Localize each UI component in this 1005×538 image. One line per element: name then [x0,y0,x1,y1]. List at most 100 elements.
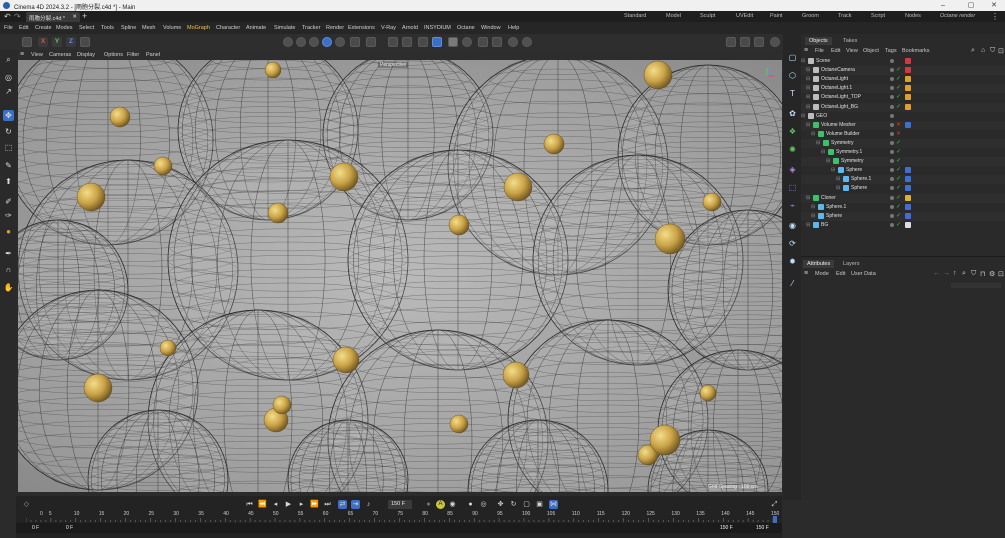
enabled-check-icon[interactable]: ✓ [896,158,901,164]
snap-icon[interactable] [770,37,780,47]
new-window-icon[interactable]: ⊡ [998,270,1004,278]
undo-icon[interactable]: ↶ [4,12,11,21]
hamburger-icon[interactable]: ≡ [20,51,24,58]
objects-menu-object[interactable]: Object [863,48,879,54]
key-interp-icon[interactable]: ⋈ [549,500,558,509]
new-tab-button[interactable]: + [82,11,87,21]
key-pla-icon[interactable]: ▢ [522,500,531,509]
keyframe-icon[interactable]: ◇ [22,500,31,509]
viewport-menu-options[interactable]: Options [104,52,123,58]
menu-help[interactable]: Help [508,25,519,31]
menu-modes[interactable]: Modes [56,25,73,31]
tag-icon[interactable] [905,185,911,192]
pen-icon[interactable]: ⁄ [787,278,798,289]
octane-settings-icon[interactable] [522,37,532,47]
layer-dot-icon[interactable] [890,113,894,118]
objects-menu-file[interactable]: File [815,48,824,54]
knife-tool-icon[interactable]: ✎ [3,160,14,171]
next-frame-icon[interactable]: ▸ [297,500,306,509]
menu-user-data[interactable]: User Data [851,271,876,277]
tag-icon[interactable] [905,212,911,219]
viewport-menu-panel[interactable]: Panel [146,52,160,58]
object-row[interactable]: ⊟ OctaneLight ✓ [801,75,1005,84]
search-icon[interactable]: ⌕ [971,47,975,55]
viewport-menu-cameras[interactable]: Cameras [49,52,71,58]
hamburger-icon[interactable]: ≡ [804,270,808,277]
scene-icon[interactable] [448,37,458,47]
menu-edit[interactable]: Edit [836,271,845,277]
field-icon[interactable]: ⬚ [787,182,798,193]
menu-octane[interactable]: Octane [457,25,475,31]
layer-dot-icon[interactable] [890,131,894,136]
expand-icon[interactable]: ⊟ [836,185,840,191]
key-rotation-icon[interactable]: ◎ [479,500,488,509]
layout-tab-paint[interactable]: Paint [770,13,783,19]
tab-objects[interactable]: Objects [805,37,832,45]
enabled-check-icon[interactable]: ✓ [896,104,901,110]
primitive-cube-icon[interactable]: ⬡ [787,70,798,81]
tag-icon[interactable] [905,94,911,101]
viewport-layout-2-icon[interactable] [740,37,750,47]
object-row[interactable]: ⊟ Symmetry ✓ [801,138,1005,148]
object-row[interactable]: ⊟ OctaneLight.1 ✓ [801,84,1005,94]
tab-layers[interactable]: Layers [839,260,864,268]
object-row[interactable]: ⊟ OctaneCamera ✓ [801,66,1005,76]
disabled-icon[interactable]: ✕ [896,122,901,128]
object-row[interactable]: ⊟ Volume Mesher ✕ [801,120,1005,130]
previous-key-icon[interactable]: ⏪ [258,500,267,509]
enabled-check-icon[interactable]: ✓ [896,149,901,155]
hand-tool-icon[interactable]: ✋ [3,282,14,293]
go-to-start-icon[interactable]: ⏮ [245,500,254,509]
search-icon[interactable]: ⌕ [962,270,966,278]
layer-dot-icon[interactable] [890,86,894,91]
object-row[interactable]: ⊟ Symmetry ✓ [801,157,1005,167]
settings-icon[interactable]: ⚙ [989,270,995,278]
object-row[interactable]: ⊟ Scene [801,57,1005,66]
menu-v-ray[interactable]: V-Ray [381,25,396,31]
objects-menu-view[interactable]: View [846,48,858,54]
magnet-tool-icon[interactable]: ∩ [3,264,14,275]
expand-icon[interactable]: ⊟ [801,58,805,64]
paint-tool-icon[interactable]: ✑ [3,210,14,221]
tag-icon[interactable] [905,85,911,92]
expand-icon[interactable]: ⊟ [816,140,820,146]
start-frame-field[interactable]: 0 F [66,525,73,531]
tag-icon[interactable] [905,67,911,74]
tag-icon[interactable] [905,221,911,228]
cube-primitive-icon[interactable] [350,37,360,47]
play-mode-icon[interactable]: ⇥ [351,500,360,509]
cloner-icon[interactable]: ❖ [787,126,798,137]
menu-edit[interactable]: Edit [19,25,28,31]
key-param-icon[interactable]: ↻ [509,500,518,509]
layout-tab-model[interactable]: Model [666,13,681,19]
menu-simulate[interactable]: Simulate [274,25,295,31]
enabled-check-icon[interactable]: ✓ [896,85,901,91]
menu-create[interactable]: Create [35,25,52,31]
layer-dot-icon[interactable] [890,104,894,109]
light-icon[interactable] [478,37,488,47]
render-queue-icon[interactable] [335,37,345,47]
spline-icon[interactable]: ⌁ [787,200,798,211]
deformer-icon[interactable] [402,37,412,47]
layer-dot-icon[interactable] [890,95,894,100]
text-spline-icon[interactable]: T [787,88,798,99]
objects-menu-edit[interactable]: Edit [831,48,840,54]
layer-dot-icon[interactable] [890,168,894,173]
selection-icon[interactable]: ↗ [3,86,14,97]
expand-icon[interactable]: ⊟ [806,67,810,73]
extrude-tool-icon[interactable]: ⬆ [3,176,14,187]
tag-icon[interactable] [905,176,911,183]
expand-icon[interactable]: ⊟ [831,167,835,173]
cube-icon[interactable]: ▢ [787,52,798,63]
viewport-menu-display[interactable]: Display [77,52,95,58]
menu-arnold[interactable]: Arnold [402,25,418,31]
hamburger-icon[interactable]: ≡ [804,47,808,54]
loop-icon[interactable]: ⇄ [338,500,347,509]
rotate-tool-icon[interactable]: ↻ [3,126,14,137]
menu-window[interactable]: Window [481,25,501,31]
material-icon[interactable] [492,37,502,47]
object-row[interactable]: ⊟ Cloner ✓ [801,193,1005,203]
undo-toolbar-icon[interactable] [22,37,32,47]
disabled-icon[interactable]: ✕ [896,131,901,137]
light-icon[interactable]: ⟳ [787,238,798,249]
